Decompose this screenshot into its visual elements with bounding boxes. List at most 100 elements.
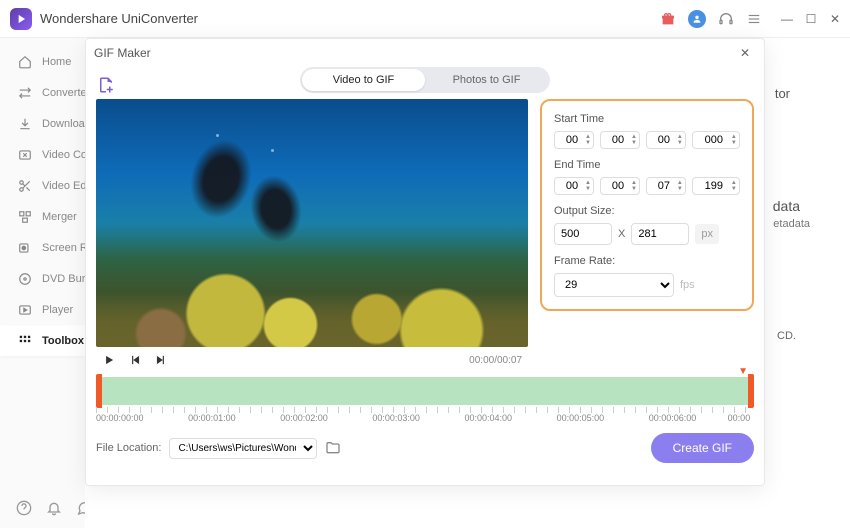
tick-label: 00:00:06:00 (649, 413, 697, 423)
sidebar-item-toolbox[interactable]: Toolbox (0, 325, 85, 356)
sidebar-item-label: Converter (42, 87, 85, 99)
spinner-down[interactable]: ▼ (731, 186, 737, 192)
sidebar-item-merger[interactable]: Merger (0, 201, 85, 232)
tab-photos-to-gif[interactable]: Photos to GIF (425, 69, 548, 91)
tick-label: 00:00 (728, 413, 751, 423)
end-ms-spinner[interactable]: ▲▼ (692, 177, 740, 195)
play-button[interactable] (102, 353, 116, 367)
app-title: Wondershare UniConverter (40, 11, 198, 26)
end-seconds-spinner[interactable]: ▲▼ (646, 177, 686, 195)
settings-panel: Start Time ▲▼ ▲▼ ▲▼ ▲▼ End Time ▲▼ ▲▼ ▲▼… (540, 99, 754, 311)
sidebar-item-label: Video Editor (42, 180, 85, 192)
bg-text: etadata (773, 218, 810, 230)
spinner-down[interactable]: ▼ (731, 140, 737, 146)
spinner-down[interactable]: ▼ (677, 186, 683, 192)
output-size-label: Output Size: (554, 205, 740, 217)
grid-icon (18, 334, 32, 348)
sidebar-item-label: Toolbox (42, 335, 84, 347)
file-location-select[interactable]: C:\Users\ws\Pictures\Wonders (169, 438, 317, 459)
output-height-input[interactable] (631, 223, 689, 245)
home-icon (18, 55, 32, 69)
end-hours-input[interactable] (561, 180, 583, 192)
sidebar-item-player[interactable]: Player (0, 294, 85, 325)
end-ms-input[interactable] (699, 180, 729, 192)
sidebar: Home Converter Downloader Video Compress… (0, 38, 85, 528)
file-location-label: File Location: (96, 442, 161, 454)
play-icon (18, 303, 32, 317)
help-icon[interactable] (16, 500, 32, 516)
sidebar-item-label: Downloader (42, 118, 85, 130)
headset-icon[interactable] (718, 11, 734, 27)
start-minutes-spinner[interactable]: ▲▼ (600, 131, 640, 149)
framerate-label: Frame Rate: (554, 255, 740, 267)
tick-label: 00:00:01:00 (188, 413, 236, 423)
prev-frame-button[interactable] (128, 353, 142, 367)
sidebar-item-compressor[interactable]: Video Compressor (0, 139, 85, 170)
start-hours-input[interactable] (561, 134, 583, 146)
timeline-handle-start[interactable] (96, 374, 102, 408)
framerate-select[interactable]: 29 (554, 273, 674, 297)
disc-icon (18, 272, 32, 286)
start-seconds-spinner[interactable]: ▲▼ (646, 131, 686, 149)
start-hours-spinner[interactable]: ▲▼ (554, 131, 594, 149)
minimize-button[interactable]: — (780, 12, 794, 26)
sidebar-item-label: Player (42, 304, 73, 316)
modal-close-button[interactable]: ✕ (736, 44, 754, 62)
next-frame-button[interactable] (154, 353, 168, 367)
start-ms-spinner[interactable]: ▲▼ (692, 131, 740, 149)
converter-icon (18, 86, 32, 100)
tick-label: 00:00:03:00 (372, 413, 420, 423)
end-seconds-input[interactable] (653, 180, 675, 192)
timeline-marker-icon[interactable]: ▼ (738, 366, 748, 377)
sidebar-item-home[interactable]: Home (0, 46, 85, 77)
size-separator: X (618, 228, 625, 240)
spinner-down[interactable]: ▼ (631, 186, 637, 192)
output-width-input[interactable] (554, 223, 612, 245)
create-gif-button[interactable]: Create GIF (651, 433, 754, 463)
playback-time: 00:00/00:07 (469, 355, 522, 366)
tick-label: 00:00:00:00 (96, 413, 144, 423)
user-avatar-icon[interactable] (688, 10, 706, 28)
timeline-handle-end[interactable] (748, 374, 754, 408)
scissors-icon (18, 179, 32, 193)
sidebar-item-converter[interactable]: Converter (0, 77, 85, 108)
sidebar-item-label: Screen Recorder (42, 242, 85, 254)
menu-icon[interactable] (746, 11, 762, 27)
bg-text: tor (775, 86, 790, 101)
end-time-label: End Time (554, 159, 740, 171)
download-icon (18, 117, 32, 131)
px-label: px (695, 224, 719, 244)
start-seconds-input[interactable] (653, 134, 675, 146)
sidebar-item-label: Video Compressor (42, 149, 85, 161)
fps-label: fps (680, 279, 695, 291)
tab-switch: Video to GIF Photos to GIF (300, 67, 550, 93)
timeline[interactable]: ▼ (96, 377, 754, 405)
gift-icon[interactable] (660, 11, 676, 27)
titlebar: Wondershare UniConverter — ☐ ✕ (0, 0, 850, 38)
add-file-button[interactable] (96, 75, 116, 95)
tick-label: 00:00:02:00 (280, 413, 328, 423)
timeline-ticks: 00:00:00:00 00:00:01:00 00:00:02:00 00:0… (96, 407, 754, 427)
sidebar-item-dvd[interactable]: DVD Burner (0, 263, 85, 294)
open-folder-button[interactable] (325, 440, 341, 456)
spinner-down[interactable]: ▼ (585, 186, 591, 192)
close-button[interactable]: ✕ (828, 12, 842, 26)
sidebar-item-editor[interactable]: Video Editor (0, 170, 85, 201)
merger-icon (18, 210, 32, 224)
end-minutes-spinner[interactable]: ▲▼ (600, 177, 640, 195)
sidebar-item-downloader[interactable]: Downloader (0, 108, 85, 139)
end-hours-spinner[interactable]: ▲▼ (554, 177, 594, 195)
video-preview[interactable] (96, 99, 528, 347)
start-minutes-input[interactable] (607, 134, 629, 146)
spinner-down[interactable]: ▼ (585, 140, 591, 146)
maximize-button[interactable]: ☐ (804, 12, 818, 26)
bell-icon[interactable] (46, 500, 62, 516)
spinner-down[interactable]: ▼ (631, 140, 637, 146)
sidebar-item-recorder[interactable]: Screen Recorder (0, 232, 85, 263)
start-time-label: Start Time (554, 113, 740, 125)
tab-video-to-gif[interactable]: Video to GIF (302, 69, 425, 91)
sidebar-item-label: Merger (42, 211, 77, 223)
end-minutes-input[interactable] (607, 180, 629, 192)
spinner-down[interactable]: ▼ (677, 140, 683, 146)
start-ms-input[interactable] (699, 134, 729, 146)
